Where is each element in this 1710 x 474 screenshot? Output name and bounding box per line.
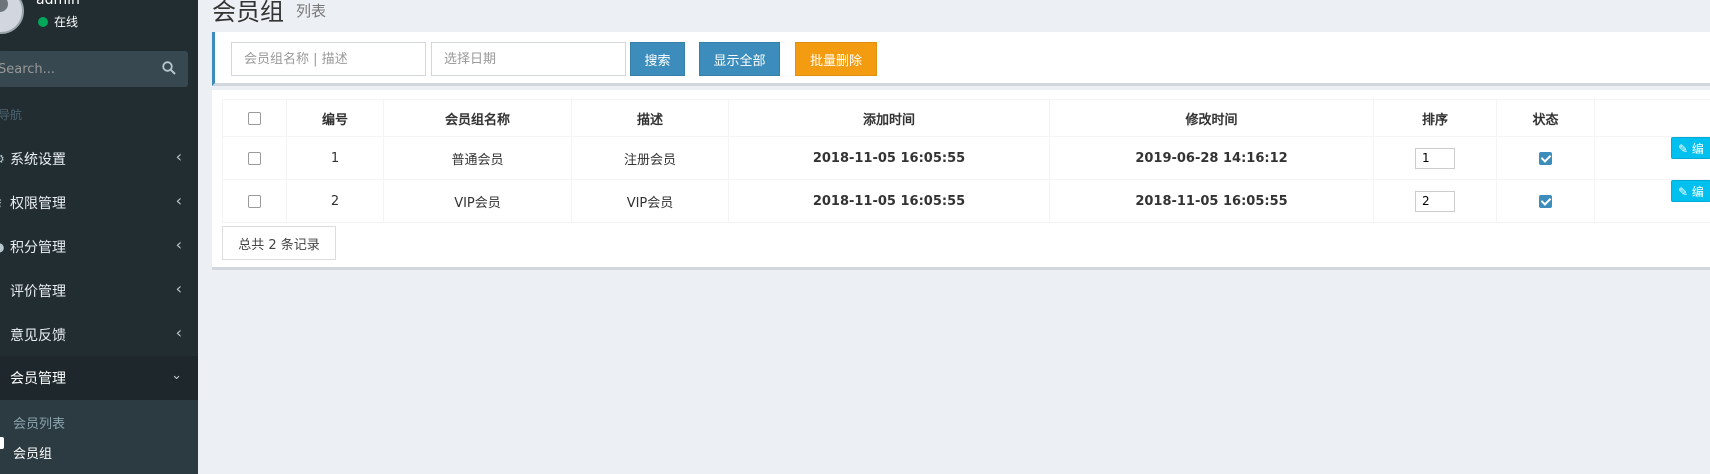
- search-button[interactable]: 搜索: [630, 42, 685, 76]
- col-header-modified: 修改时间: [1049, 99, 1374, 137]
- cell-modified: 2018-11-05 16:05:55: [1049, 179, 1374, 223]
- member-group-table: 编号 会员组名称 描述 添加时间 修改时间 排序 状态 1 普通会员 注册会员 …: [222, 99, 1710, 223]
- user-status-label: 在线: [54, 15, 79, 29]
- chevron-left-icon: ‹: [175, 235, 182, 254]
- submenu-item-member-group[interactable]: 会员组: [13, 443, 52, 462]
- cell-actions: ✎ 编辑: [1594, 179, 1710, 223]
- edit-button[interactable]: ✎ 编辑: [1671, 137, 1710, 178]
- sidebar-item-points[interactable]: ● 积分管理 ‹: [0, 225, 198, 269]
- users-icon: [0, 371, 4, 385]
- sort-input[interactable]: [1415, 190, 1455, 212]
- select-all-cell: [222, 99, 287, 137]
- gear-icon: ⚙: [0, 152, 5, 166]
- date-picker-input[interactable]: [431, 42, 626, 76]
- chevron-left-icon: ‹: [175, 279, 182, 298]
- submenu-item-member-list[interactable]: 会员列表: [13, 413, 65, 432]
- col-header-name: 会员组名称: [383, 99, 572, 137]
- user-panel: admin 在线: [0, 0, 198, 50]
- col-header-actions: [1594, 99, 1710, 137]
- sidebar-item-members[interactable]: 会员管理 ⌄: [0, 356, 198, 400]
- row-checkbox[interactable]: [248, 194, 261, 208]
- members-submenu: 会员列表 会员组: [0, 400, 198, 474]
- cell-status: [1496, 136, 1595, 180]
- cell-modified: 2019-06-28 14:16:12: [1049, 136, 1374, 180]
- cell-id: 1: [286, 136, 384, 180]
- search-icon[interactable]: [162, 61, 176, 75]
- col-header-id: 编号: [286, 99, 384, 137]
- table-box: 编号 会员组名称 描述 添加时间 修改时间 排序 状态 1 普通会员 注册会员 …: [212, 90, 1710, 270]
- sidebar-item-reviews[interactable]: 评价管理 ‹: [0, 269, 198, 313]
- user-name: admin: [36, 0, 80, 8]
- table-row: 1 普通会员 注册会员 2018-11-05 16:05:55 2019-06-…: [222, 136, 1710, 180]
- status-checkbox[interactable]: [1539, 151, 1552, 165]
- cell-id: 2: [286, 179, 384, 223]
- cell-sort: [1373, 136, 1497, 180]
- row-select-cell: [222, 136, 287, 180]
- sidebar-item-label: 积分管理: [10, 240, 66, 256]
- sidebar: admin 在线 导航 ⚙ 系统设置 ‹ ⚷ 权限管理 ‹ ● 积分管理 ‹ 评…: [0, 0, 198, 474]
- cell-name: VIP会员: [383, 179, 572, 223]
- feedback-icon: [0, 328, 4, 342]
- comment-icon: [0, 284, 4, 298]
- sidebar-search: [0, 51, 188, 87]
- sidebar-item-label: 评价管理: [10, 284, 66, 300]
- cell-name: 普通会员: [383, 136, 572, 180]
- table-header-row: 编号 会员组名称 描述 添加时间 修改时间 排序 状态: [222, 99, 1710, 137]
- sidebar-search-input[interactable]: [0, 51, 148, 87]
- cell-created: 2018-11-05 16:05:55: [728, 136, 1050, 180]
- row-checkbox[interactable]: [248, 151, 261, 165]
- col-header-desc: 描述: [571, 99, 729, 137]
- edit-icon: ✎: [1678, 185, 1689, 199]
- avatar[interactable]: [0, 0, 24, 34]
- cell-created: 2018-11-05 16:05:55: [728, 179, 1050, 223]
- page-subtitle: 列表: [296, 2, 327, 20]
- batch-delete-button[interactable]: 批量删除: [795, 42, 877, 76]
- cell-desc: 注册会员: [571, 136, 729, 180]
- row-select-cell: [222, 179, 287, 223]
- col-header-sort: 排序: [1373, 99, 1497, 137]
- cell-sort: [1373, 179, 1497, 223]
- chevron-left-icon: ‹: [175, 147, 182, 166]
- user-status: 在线: [38, 13, 78, 30]
- nav-header: 导航: [0, 108, 23, 122]
- show-all-button[interactable]: 显示全部: [699, 42, 780, 76]
- sidebar-item-permissions[interactable]: ⚷ 权限管理 ‹: [0, 181, 198, 225]
- page-title: 会员组: [212, 0, 284, 26]
- submenu-active-icon: [0, 437, 4, 449]
- sidebar-item-label: 会员管理: [10, 371, 66, 387]
- chevron-left-icon: ‹: [175, 323, 182, 342]
- sort-input[interactable]: [1415, 147, 1455, 169]
- key-icon: ⚷: [0, 196, 4, 210]
- col-header-status: 状态: [1496, 99, 1595, 137]
- sidebar-item-label: 系统设置: [10, 152, 66, 168]
- sidebar-item-feedback[interactable]: 意见反馈 ‹: [0, 313, 198, 357]
- select-all-checkbox[interactable]: [248, 111, 261, 125]
- online-dot-icon: [38, 16, 48, 27]
- coin-icon: ●: [0, 240, 4, 254]
- filter-toolbar: 搜索 显示全部 批量删除: [212, 32, 1710, 86]
- edit-button[interactable]: ✎ 编辑: [1671, 180, 1710, 221]
- cell-status: [1496, 179, 1595, 223]
- chevron-left-icon: ‹: [175, 191, 182, 210]
- edit-icon: ✎: [1678, 142, 1689, 156]
- sidebar-item-system-settings[interactable]: ⚙ 系统设置 ‹: [0, 137, 198, 181]
- chevron-down-icon: ⌄: [171, 368, 182, 383]
- keyword-search-input[interactable]: [231, 42, 426, 76]
- cell-actions: ✎ 编辑: [1594, 136, 1710, 180]
- col-header-created: 添加时间: [728, 99, 1050, 137]
- table-row: 2 VIP会员 VIP会员 2018-11-05 16:05:55 2018-1…: [222, 179, 1710, 223]
- total-records: 总共 2 条记录: [222, 226, 336, 260]
- sidebar-item-label: 权限管理: [10, 196, 66, 212]
- sidebar-item-label: 意见反馈: [10, 328, 66, 344]
- cell-desc: VIP会员: [571, 179, 729, 223]
- status-checkbox[interactable]: [1539, 194, 1552, 208]
